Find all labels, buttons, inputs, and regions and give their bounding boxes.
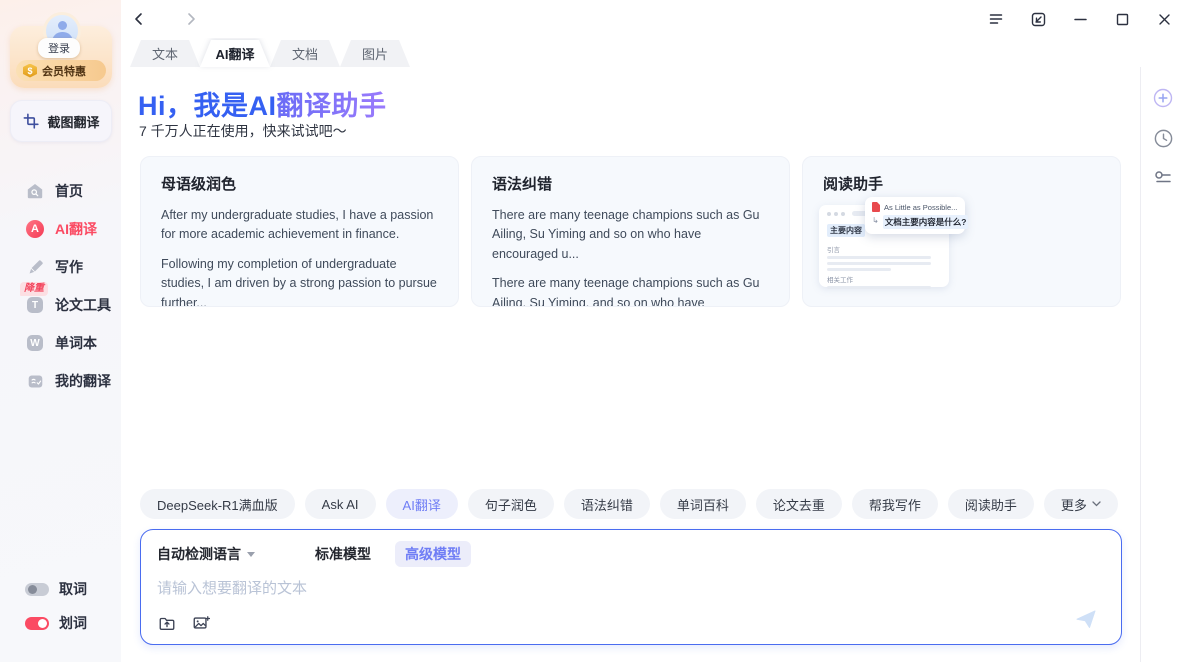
tab-strip: 文本 AI翻译 文档 图片 (130, 40, 410, 67)
sidebar: 登录 $ 会员特惠 截图翻译 首页 A AI翻译 (0, 0, 121, 662)
word-capture-toggle[interactable] (25, 583, 49, 596)
chip-sentence-polish[interactable]: 句子润色 (468, 489, 554, 519)
upload-image-icon[interactable] (191, 613, 211, 633)
sidebar-item-home[interactable]: 首页 (0, 178, 121, 204)
sidebar-item-label: 首页 (55, 181, 83, 201)
feature-cards: 母语级润色 After my undergraduate studies, I … (140, 156, 1121, 307)
word-capture-row: 取词 (0, 578, 121, 600)
language-selector[interactable]: 自动检测语言 (157, 544, 255, 564)
history-clock-icon[interactable] (1150, 125, 1176, 151)
right-rail (1140, 67, 1185, 662)
chip-reading-assistant[interactable]: 阅读助手 (948, 489, 1034, 519)
caret-down-icon (247, 552, 255, 557)
upload-file-icon[interactable] (157, 613, 177, 633)
send-icon[interactable] (1073, 606, 1099, 632)
sidebar-item-wordbook[interactable]: W 单词本 (0, 330, 121, 356)
close-icon[interactable] (1151, 6, 1177, 32)
paper-tools-icon: T (26, 296, 44, 314)
sidebar-nav: 首页 A AI翻译 写作 降重 T 论文工具 (0, 178, 121, 406)
translate-input[interactable] (157, 577, 1037, 611)
vip-offer-button[interactable]: $ 会员特惠 (16, 60, 106, 81)
login-button[interactable]: 登录 (38, 38, 80, 58)
tab-image[interactable]: 图片 (340, 40, 410, 67)
forward-arrow-icon[interactable] (180, 8, 202, 30)
preview-doc-section: 相关工作 (827, 274, 941, 284)
chip-ask-ai[interactable]: Ask AI (305, 489, 376, 519)
key-icon[interactable] (1150, 165, 1176, 191)
minimize-icon[interactable] (1067, 6, 1093, 32)
page-title: Hi，我是AI翻译助手 (138, 84, 387, 123)
vip-badge-icon: $ (23, 64, 37, 78)
app-window: 登录 $ 会员特惠 截图翻译 首页 A AI翻译 (0, 0, 1185, 662)
language-selector-label: 自动检测语言 (157, 544, 241, 564)
sidebar-item-label: 我的翻译 (55, 371, 111, 391)
card-paragraph: There are many teenage champions such as… (492, 206, 769, 264)
card-title: 阅读助手 (823, 173, 1100, 194)
vip-offer-label: 会员特惠 (42, 63, 86, 79)
my-translations-icon (26, 372, 44, 390)
chip-ai-translate[interactable]: AI翻译 (386, 489, 458, 519)
translate-input-panel: 自动检测语言 标准模型 高级模型 (140, 529, 1122, 645)
card-title: 语法纠错 (492, 173, 769, 194)
chip-word-wiki[interactable]: 单词百科 (660, 489, 746, 519)
home-icon (26, 182, 44, 200)
standard-model-button[interactable]: 标准模型 (305, 541, 381, 567)
sidebar-item-label: AI翻译 (55, 219, 97, 239)
chip-more[interactable]: 更多 (1044, 489, 1118, 519)
preview-pdf-title: As Little as Possible... (884, 203, 957, 212)
sidebar-item-label: 论文工具 (55, 295, 111, 315)
card-polish[interactable]: 母语级润色 After my undergraduate studies, I … (140, 156, 459, 307)
paper-tools-badge: 降重 (20, 282, 48, 296)
sidebar-item-ai-translate[interactable]: A AI翻译 (0, 216, 121, 242)
word-capture-label: 取词 (59, 579, 87, 599)
mini-window-icon[interactable] (1025, 6, 1051, 32)
sidebar-item-writing[interactable]: 写作 (0, 254, 121, 280)
maximize-icon[interactable] (1109, 6, 1135, 32)
sidebar-item-paper-tools[interactable]: 降重 T 论文工具 (0, 292, 121, 318)
card-title: 母语级润色 (161, 173, 438, 194)
sidebar-item-my-translations[interactable]: 我的翻译 (0, 368, 121, 394)
chip-help-write[interactable]: 帮我写作 (852, 489, 938, 519)
quick-action-chips: DeepSeek-R1满血版 Ask AI AI翻译 句子润色 语法纠错 单词百… (140, 489, 1118, 519)
preview-doc-heading: 主要内容 (827, 224, 865, 237)
word-select-label: 划词 (59, 613, 87, 633)
tab-document[interactable]: 文档 (270, 40, 340, 67)
reading-preview-tooltip: As Little as Possible... ↳ 文档主要内容是什么? (865, 197, 965, 234)
screenshot-translate-button[interactable]: 截图翻译 (10, 100, 112, 142)
card-paragraph: After my undergraduate studies, I have a… (161, 206, 438, 245)
pen-icon (26, 258, 44, 276)
sidebar-item-label: 单词本 (55, 333, 97, 353)
preview-doc-section: 引言 (827, 244, 941, 254)
chip-grammar-check[interactable]: 语法纠错 (564, 489, 650, 519)
page-subtitle: 7 千万人正在使用，快来试试吧～ (139, 121, 347, 141)
sidebar-toggles: 取词 划词 (0, 578, 121, 646)
pdf-icon (872, 202, 880, 212)
title-bar (0, 0, 1185, 38)
card-paragraph: Following my completion of undergraduate… (161, 255, 438, 307)
chevron-down-icon (1092, 501, 1101, 507)
back-arrow-icon[interactable] (128, 8, 150, 30)
card-grammar[interactable]: 语法纠错 There are many teenage champions su… (471, 156, 790, 307)
screenshot-translate-label: 截图翻译 (47, 112, 99, 131)
card-reading-assistant[interactable]: 阅读助手 主要内容 引言 相关工作 As Little as Possible.… (802, 156, 1121, 307)
new-session-icon[interactable] (1150, 85, 1176, 111)
word-select-row: 划词 (0, 612, 121, 634)
advanced-model-button[interactable]: 高级模型 (395, 541, 471, 567)
wordbook-icon: W (26, 334, 44, 352)
sidebar-item-label: 写作 (55, 257, 83, 277)
word-select-toggle[interactable] (25, 617, 49, 630)
crop-icon (22, 112, 40, 130)
chip-paper-dedup[interactable]: 论文去重 (756, 489, 842, 519)
tab-text[interactable]: 文本 (130, 40, 200, 67)
tab-ai-translate[interactable]: AI翻译 (200, 40, 270, 67)
card-paragraph: There are many teenage champions such as… (492, 274, 769, 307)
chip-deepseek[interactable]: DeepSeek-R1满血版 (140, 489, 295, 519)
chip-more-label: 更多 (1061, 495, 1087, 514)
menu-icon[interactable] (983, 6, 1009, 32)
preview-question: 文档主要内容是什么? (883, 215, 969, 229)
ai-translate-icon: A (26, 220, 44, 238)
reply-arrow-icon: ↳ (872, 216, 879, 225)
